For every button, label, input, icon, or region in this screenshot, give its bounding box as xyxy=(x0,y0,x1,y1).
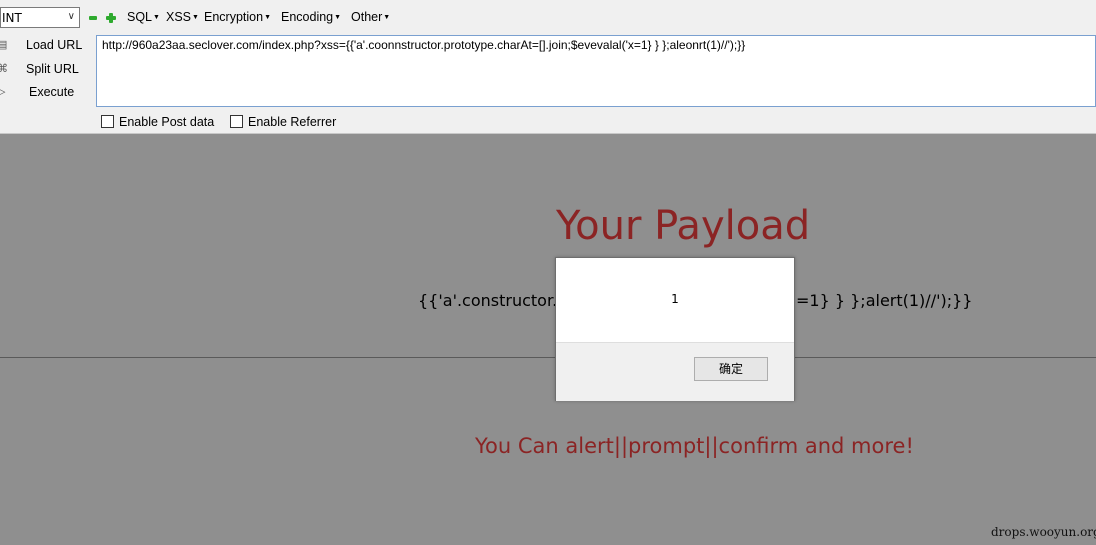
menu-xss-label: XSS xyxy=(166,10,192,24)
chevron-down-icon: ∨ xyxy=(67,11,75,22)
divider xyxy=(0,357,1096,358)
payload-text-right: =1} } };alert(1)//');}} xyxy=(796,291,973,310)
execute-label: Execute xyxy=(29,85,75,99)
menu-other-label: Other xyxy=(351,10,383,24)
menu-encryption-label: Encryption xyxy=(204,10,264,24)
checkbox-icon xyxy=(230,115,243,128)
increase-icon[interactable] xyxy=(106,13,116,23)
ok-button[interactable]: 确定 xyxy=(694,357,768,381)
hint-text: You Can alert||prompt||confirm and more! xyxy=(475,434,914,458)
split-url-label: Split URL xyxy=(26,62,79,76)
checkbox-icon xyxy=(101,115,114,128)
page-title: Your Payload xyxy=(556,203,811,249)
menu-encryption[interactable]: Encryption▼ xyxy=(204,10,271,24)
menu-encoding-label: Encoding xyxy=(281,10,334,24)
split-url-icon: ⌘ xyxy=(0,63,8,75)
enable-post-data-checkbox[interactable]: Enable Post data xyxy=(101,115,214,129)
load-url-label: Load URL xyxy=(26,38,83,52)
dropdown-arrow-icon: ▼ xyxy=(383,14,391,21)
decrease-icon[interactable] xyxy=(89,16,97,20)
dropdown-arrow-icon: ▼ xyxy=(264,14,271,21)
alert-message: 1 xyxy=(671,292,679,306)
alert-dialog: 1 确定 xyxy=(555,257,795,401)
injection-mode-select[interactable]: INT ∨ xyxy=(0,7,80,28)
dropdown-arrow-icon: ▼ xyxy=(334,14,342,21)
dropdown-arrow-icon: ▼ xyxy=(153,14,160,21)
menu-xss[interactable]: XSS▼ xyxy=(166,10,199,24)
hackbar-toolbar: INT ∨ SQL▼ XSS▼ Encryption▼ Encoding▼ Ot… xyxy=(0,0,1096,134)
load-url-icon: ▤ xyxy=(0,39,8,51)
menu-encoding[interactable]: Encoding▼ xyxy=(281,10,341,24)
dropdown-arrow-icon: ▼ xyxy=(192,14,199,21)
injection-mode-value: INT xyxy=(2,11,22,25)
enable-referrer-checkbox[interactable]: Enable Referrer xyxy=(230,115,336,129)
menu-sql-label: SQL xyxy=(127,10,153,24)
payload-text-left: {{'a'.constructor.pr xyxy=(418,291,574,310)
enable-referrer-label: Enable Referrer xyxy=(248,115,337,129)
menu-sql[interactable]: SQL▼ xyxy=(127,10,160,24)
watermark: drops.wooyun.org xyxy=(991,525,1096,539)
alert-footer: 确定 xyxy=(556,342,794,401)
execute-icon: ▷ xyxy=(0,86,6,98)
menu-other[interactable]: Other▼ xyxy=(351,10,390,24)
enable-post-data-label: Enable Post data xyxy=(119,115,215,129)
url-input[interactable]: http://960a23aa.seclover.com/index.php?x… xyxy=(96,35,1096,107)
